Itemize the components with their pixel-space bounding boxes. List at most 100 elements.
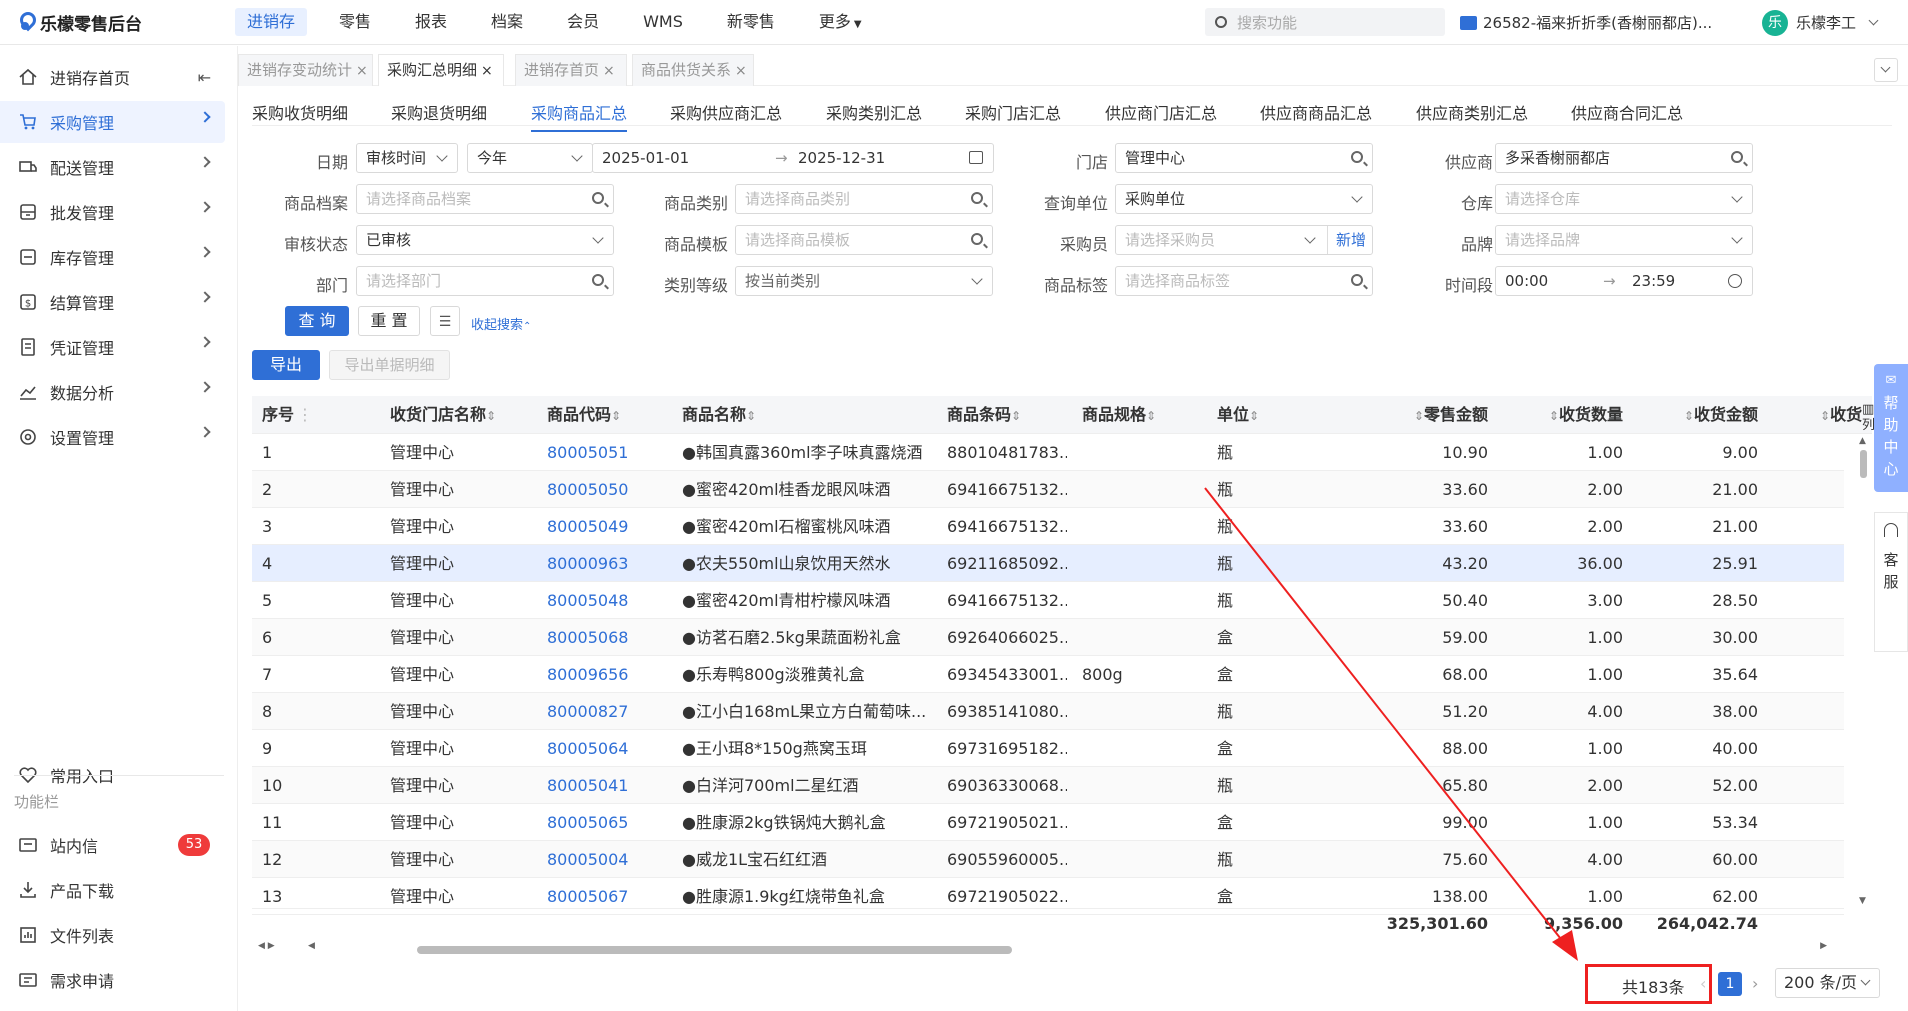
subtab-supplier-contract-summary[interactable]: 供应商合同汇总 (1571, 100, 1683, 124)
tab-supply-relation[interactable]: 商品供货关系 × (632, 54, 754, 86)
cell-code[interactable]: 80005068 (547, 619, 657, 656)
filter-settings-button[interactable]: ☰ (430, 306, 460, 336)
reset-button[interactable]: 重 置 (358, 306, 420, 336)
date-range-select[interactable]: 今年 (467, 143, 593, 173)
col-spec[interactable]: 商品规格⇕ (1082, 396, 1156, 434)
subtab-category-summary[interactable]: 采购类别汇总 (826, 100, 922, 124)
warehouse-select[interactable]: 请选择仓库 (1495, 184, 1753, 214)
query-unit-select[interactable]: 采购单位 (1115, 184, 1373, 214)
tab-purchase-summary[interactable]: 采购汇总明细 × (378, 54, 504, 86)
help-center-button[interactable]: ✉ 帮助中心 (1874, 364, 1908, 492)
table-row[interactable]: 8 管理中心 80000827 ●江小白168mL果立方白葡萄味... 69385141… (252, 693, 1844, 730)
cell-code[interactable]: 80009656 (547, 656, 657, 693)
template-field[interactable]: 请选择商品模板 (735, 225, 993, 255)
scroll-up-icon[interactable]: ▲ (1859, 436, 1866, 446)
cell-code[interactable]: 80005041 (547, 767, 657, 804)
scroll-left-arrow-icon[interactable]: ◀ (308, 941, 315, 951)
sidebar-item-inventory-home[interactable]: 进销存首页 ⇤ (0, 56, 225, 98)
sidebar-item-settlement[interactable]: $ 结算管理 (0, 281, 225, 323)
topnav-new-retail[interactable]: 新零售 (715, 8, 787, 36)
scroll-thumb[interactable] (1860, 450, 1867, 478)
table-row[interactable]: 10 管理中心 80005041 ●白洋河700ml二星红酒 69036330068..… (252, 767, 1844, 804)
topnav-inventory[interactable]: 进销存 (235, 8, 308, 36)
col-amount[interactable]: ⇕收货金额 (1662, 396, 1758, 434)
cell-code[interactable]: 80000963 (547, 545, 657, 582)
subtab-receive-detail[interactable]: 采购收货明细 (252, 100, 348, 124)
close-icon[interactable]: × (603, 63, 615, 79)
time-range-picker[interactable]: 00:00 → 23:59 (1495, 266, 1753, 296)
customer-service-button[interactable]: 客服 (1874, 512, 1908, 652)
next-page-icon[interactable]: › (1752, 974, 1758, 993)
collapse-sidebar-icon[interactable]: ⇤ (198, 68, 211, 87)
table-row[interactable]: 9 管理中心 80005064 ●王小珥8*150g燕窝玉珥 69731695182..… (252, 730, 1844, 767)
cell-code[interactable]: 80005065 (547, 804, 657, 841)
cell-code[interactable]: 80005051 (547, 434, 657, 471)
sidebar-item-stock[interactable]: 库存管理 (0, 236, 225, 278)
subtab-supplier-goods-summary[interactable]: 供应商商品汇总 (1260, 100, 1372, 124)
scroll-down-icon[interactable]: ▼ (1859, 896, 1866, 906)
scroll-right-icon[interactable]: ▶ (1820, 941, 1827, 951)
table-row[interactable]: 2 管理中心 80005050 ●蜜密420ml桂香龙眼风味酒 69416675132.… (252, 471, 1844, 508)
vertical-scrollbar[interactable]: ▲ ▼ (1859, 436, 1867, 906)
table-row[interactable]: 12 管理中心 80005004 ●威龙1L宝石红红酒 69055960005... 瓶 7… (252, 841, 1844, 878)
tab-inventory-stats[interactable]: 进销存变动统计 × (238, 54, 373, 86)
table-row[interactable]: 1 管理中心 80005051 ●韩国真露360ml李子味真露烧酒 8801048178… (252, 434, 1844, 471)
scroll-left-icon[interactable]: ◀ ▶ (258, 941, 275, 951)
sidebar-item-requests[interactable]: 需求申请 (0, 959, 225, 1001)
table-row[interactable]: 6 管理中心 80005068 ●访茗石磨2.5kg果蔬面粉礼盒 69264066025… (252, 619, 1844, 656)
store-selector[interactable]: 26582-福来折折季(香榭丽都店)... (1460, 0, 1712, 45)
col-name[interactable]: 商品名称⇕ (682, 396, 756, 434)
level-select[interactable]: 按当前类别 (735, 266, 993, 296)
topnav-archive[interactable]: 档案 (479, 8, 535, 36)
buyer-select[interactable]: 请选择采购员 新增 (1115, 225, 1373, 255)
tag-field[interactable]: 请选择商品标签 (1115, 266, 1373, 296)
subtab-store-summary[interactable]: 采购门店汇总 (965, 100, 1061, 124)
horizontal-scrollbar[interactable]: ◀ ▶ ◀ ▶ (252, 941, 1837, 955)
cell-code[interactable]: 80005049 (547, 508, 657, 545)
col-index[interactable]: 序号 ⋮ (262, 396, 313, 434)
query-button[interactable]: 查 询 (285, 306, 349, 336)
dept-field[interactable]: 请选择部门 (356, 266, 614, 296)
sidebar-item-voucher[interactable]: 凭证管理 (0, 326, 225, 368)
store-field[interactable]: 管理中心 (1115, 143, 1373, 173)
sidebar-item-messages[interactable]: 站内信 53 (0, 824, 225, 866)
subtab-return-detail[interactable]: 采购退货明细 (391, 100, 487, 124)
subtab-goods-summary[interactable]: 采购商品汇总 (531, 100, 628, 132)
tab-menu-button[interactable] (1874, 58, 1898, 82)
sidebar-item-settings[interactable]: 设置管理 (0, 416, 225, 458)
add-buyer-link[interactable]: 新增 (1326, 226, 1366, 254)
table-row[interactable]: 3 管理中心 80005049 ●蜜密420ml石榴蜜桃风味酒 69416675132.… (252, 508, 1844, 545)
page-size-select[interactable]: 200 条/页 (1775, 968, 1880, 998)
status-select[interactable]: 已审核 (356, 225, 614, 255)
date-range-picker[interactable]: 2025-01-01 → 2025-12-31 (592, 143, 994, 173)
date-type-select[interactable]: 审核时间 (356, 143, 458, 173)
topnav-reports[interactable]: 报表 (403, 8, 459, 36)
cell-code[interactable]: 80005048 (547, 582, 657, 619)
sidebar-item-purchase[interactable]: 采购管理 (0, 101, 225, 143)
export-button[interactable]: 导出 (252, 350, 320, 380)
user-menu[interactable]: 乐 乐檬李工 (1762, 0, 1879, 45)
table-row[interactable]: 11 管理中心 80005065 ●胜康源2kg铁锅炖大鹅礼盒 69721905021.… (252, 804, 1844, 841)
close-icon[interactable]: × (356, 63, 368, 79)
cell-code[interactable]: 80005050 (547, 471, 657, 508)
global-search-input[interactable]: 搜索功能 (1205, 8, 1445, 36)
page-1-button[interactable]: 1 (1718, 972, 1742, 996)
topnav-member[interactable]: 会员 (555, 8, 611, 36)
table-row[interactable]: 4 管理中心 80000963 ●农夫550ml山泉饮用天然水 69211685092.… (252, 545, 1844, 582)
cell-code[interactable]: 80005064 (547, 730, 657, 767)
subtab-supplier-summary[interactable]: 采购供应商汇总 (670, 100, 782, 124)
close-icon[interactable]: × (735, 63, 747, 79)
brand-select[interactable]: 请选择品牌 (1495, 225, 1753, 255)
topnav-retail[interactable]: 零售 (327, 8, 383, 36)
cell-code[interactable]: 80005004 (547, 841, 657, 878)
category-field[interactable]: 请选择商品类别 (735, 184, 993, 214)
sidebar-item-files[interactable]: 文件列表 (0, 914, 225, 956)
scroll-thumb[interactable] (417, 946, 1012, 954)
col-store[interactable]: 收货门店名称⇕ (390, 396, 496, 434)
sidebar-item-analytics[interactable]: 数据分析 (0, 371, 225, 413)
tab-inventory-home[interactable]: 进销存首页 × (515, 54, 627, 86)
supplier-field[interactable]: 多采香榭丽都店 (1495, 143, 1753, 173)
export-detail-button[interactable]: 导出单据明细 (329, 350, 450, 380)
table-row[interactable]: 5 管理中心 80005048 ●蜜密420ml青柑柠檬风味酒 69416675132.… (252, 582, 1844, 619)
item-field[interactable]: 请选择商品档案 (356, 184, 614, 214)
